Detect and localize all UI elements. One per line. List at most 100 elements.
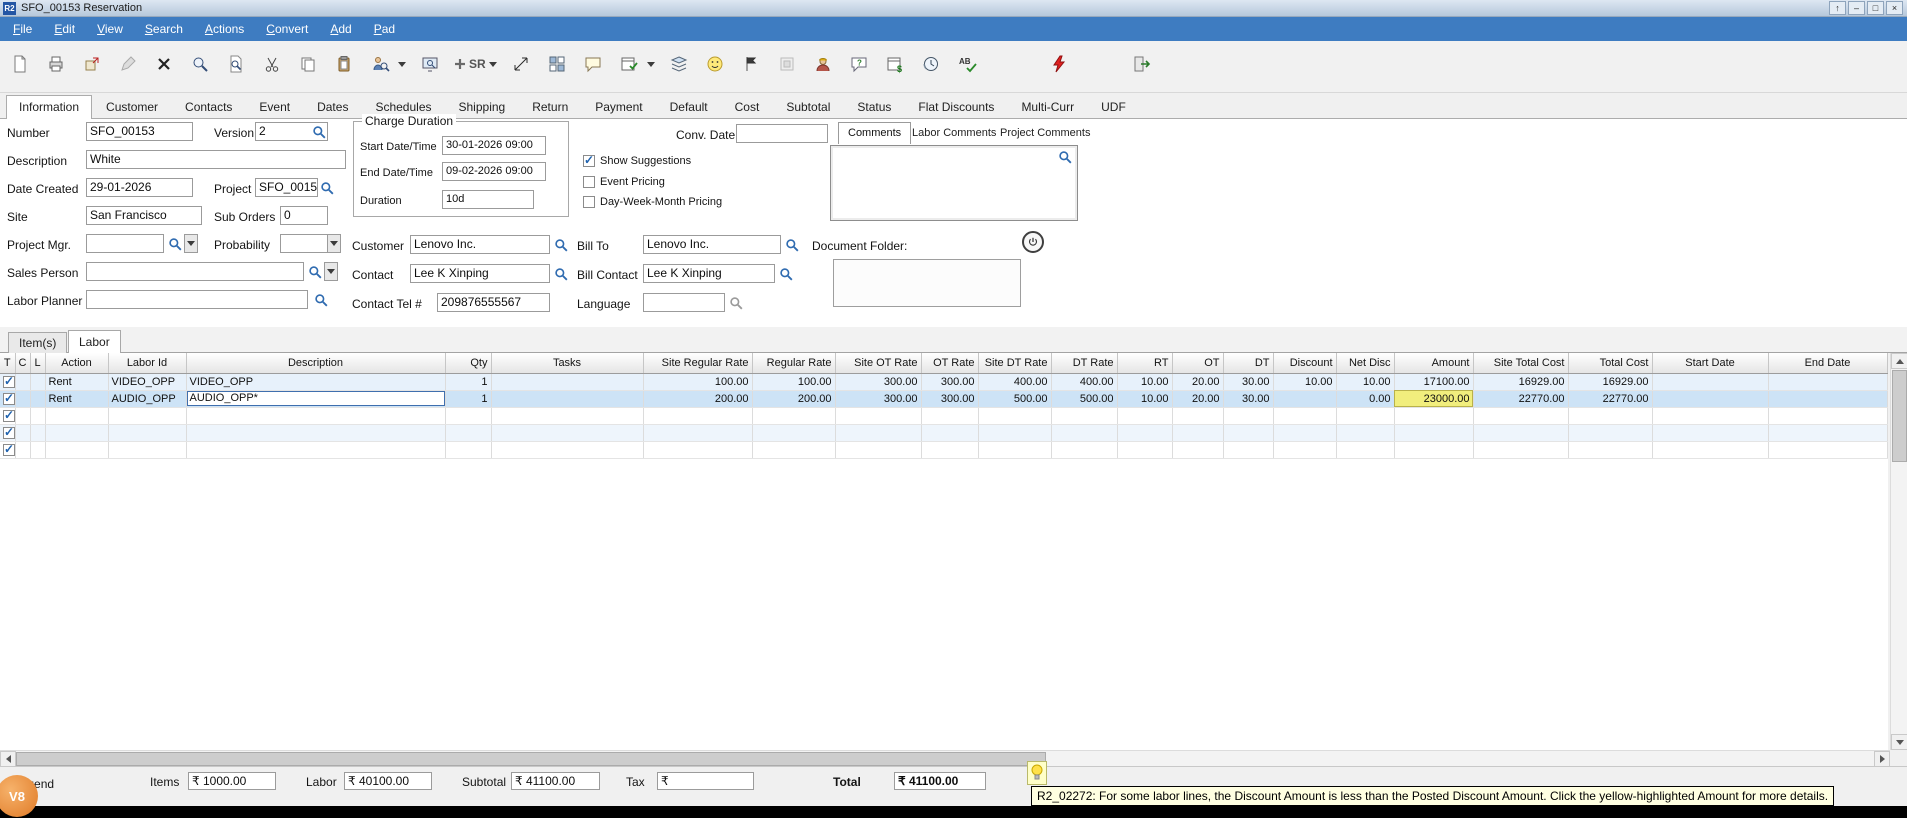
col-t[interactable]: T (0, 353, 15, 373)
tab-flat-discounts[interactable]: Flat Discounts (905, 95, 1007, 119)
col-start-date[interactable]: Start Date (1652, 353, 1768, 373)
assistant-badge[interactable]: V8 (0, 775, 38, 817)
col-ot[interactable]: OT (1172, 353, 1223, 373)
cell-description[interactable]: VIDEO_OPP (186, 373, 445, 390)
cell-site-dt-rate[interactable]: 500.00 (978, 390, 1051, 407)
menu-search[interactable]: Search (134, 19, 194, 39)
col-end-date[interactable]: End Date (1768, 353, 1887, 373)
col-total-cost[interactable]: Total Cost (1568, 353, 1652, 373)
language-search-icon[interactable] (729, 296, 743, 310)
spell-check-button[interactable]: AB (953, 50, 981, 78)
menu-convert[interactable]: Convert (255, 19, 319, 39)
project-field[interactable]: SFO_00153 (255, 178, 318, 197)
col-rt[interactable]: RT (1117, 353, 1172, 373)
tab-information[interactable]: Information (6, 95, 92, 119)
exit-button[interactable] (1127, 50, 1155, 78)
customer-field[interactable]: Lenovo Inc. (410, 235, 550, 254)
col-site-dt-rate[interactable]: Site DT Rate (978, 353, 1051, 373)
day-week-month-pricing-checkbox[interactable] (583, 196, 595, 208)
tab-event[interactable]: Event (246, 95, 303, 119)
menu-view[interactable]: View (86, 19, 134, 39)
row-checkbox[interactable] (3, 427, 15, 439)
event-pricing-checkbox[interactable] (583, 176, 595, 188)
contact-field[interactable]: Lee K Xinping (410, 264, 550, 283)
project-mgr-dropdown[interactable] (184, 234, 198, 253)
col-c[interactable]: C (15, 353, 30, 373)
flag-button[interactable] (737, 50, 765, 78)
billing-calendar-button[interactable]: $ (881, 50, 909, 78)
cell-site-dt-rate[interactable]: 400.00 (978, 373, 1051, 390)
schedule-check-caret[interactable] (645, 50, 657, 78)
title-bar[interactable]: R2 SFO_00153 Reservation ↑ – □ × (0, 0, 1907, 17)
cell-site-ot-rate[interactable]: 300.00 (835, 373, 921, 390)
menu-add[interactable]: Add (319, 19, 362, 39)
vertical-scroll-thumb[interactable] (1892, 370, 1907, 462)
expand-button[interactable] (507, 50, 535, 78)
sales-person-dropdown[interactable] (324, 262, 338, 281)
comments-textarea[interactable] (830, 145, 1078, 221)
cell-site-total-cost[interactable]: 22770.00 (1473, 390, 1568, 407)
col-dt[interactable]: DT (1223, 353, 1273, 373)
version-search-icon[interactable] (312, 125, 326, 139)
tab-shipping[interactable]: Shipping (446, 95, 519, 119)
cell-total-cost[interactable]: 22770.00 (1568, 390, 1652, 407)
copy-button[interactable] (294, 50, 322, 78)
bill-to-field[interactable]: Lenovo Inc. (643, 235, 781, 254)
language-field[interactable] (643, 293, 725, 312)
bill-contact-field[interactable]: Lee K Xinping (643, 264, 775, 283)
bill-to-search-icon[interactable] (785, 238, 799, 252)
cell-ot-rate[interactable]: 300.00 (921, 373, 978, 390)
tab-labor[interactable]: Labor (68, 330, 121, 353)
menu-pad[interactable]: Pad (363, 19, 406, 39)
smiley-button[interactable] (701, 50, 729, 78)
labor-planner-search-icon[interactable] (314, 293, 328, 307)
scroll-up-button[interactable] (1891, 353, 1907, 369)
tab-dates[interactable]: Dates (304, 95, 361, 119)
cell-amount[interactable]: 17100.00 (1394, 373, 1473, 390)
cell-ot-rate[interactable]: 300.00 (921, 390, 978, 407)
show-suggestions-checkbox[interactable] (583, 155, 595, 167)
tab-customer[interactable]: Customer (93, 95, 171, 119)
cell-net-disc[interactable]: 0.00 (1336, 390, 1394, 407)
row-checkbox[interactable] (3, 444, 15, 456)
cut-button[interactable] (258, 50, 286, 78)
search-contact-caret[interactable] (396, 50, 408, 78)
cell-discount[interactable]: 10.00 (1273, 373, 1336, 390)
horizontal-scroll-thumb[interactable] (16, 752, 1046, 766)
col-discount[interactable]: Discount (1273, 353, 1336, 373)
cell-action[interactable]: Rent (45, 390, 108, 407)
cell-dt[interactable]: 30.00 (1223, 373, 1273, 390)
minimize-button[interactable]: – (1848, 1, 1865, 15)
cell-dt[interactable]: 30.00 (1223, 390, 1273, 407)
add-sr-button[interactable]: SR (452, 50, 499, 78)
col-action[interactable]: Action (45, 353, 108, 373)
grid-vertical-scrollbar[interactable] (1890, 353, 1907, 750)
sales-person-search-icon[interactable] (308, 265, 322, 279)
end-datetime-field[interactable]: 09-02-2026 09:00 (442, 162, 546, 181)
empty-row[interactable] (0, 441, 1887, 458)
cell-site-regular-rate[interactable]: 100.00 (643, 373, 752, 390)
col-regular-rate[interactable]: Regular Rate (752, 353, 835, 373)
cell-rt[interactable]: 10.00 (1117, 390, 1172, 407)
tab-status[interactable]: Status (844, 95, 904, 119)
comment-button[interactable] (579, 50, 607, 78)
contact-tel-field[interactable]: 209876555567 (437, 293, 550, 312)
conv-date-field[interactable] (736, 124, 828, 143)
cell-regular-rate[interactable]: 200.00 (752, 390, 835, 407)
frame-button[interactable] (773, 50, 801, 78)
time-history-button[interactable] (917, 50, 945, 78)
menu-actions[interactable]: Actions (194, 19, 255, 39)
layout-grid-button[interactable] (543, 50, 571, 78)
labor-row-2-selected[interactable]: Rent AUDIO_OPP AUDIO_OPP* 1 200.00 200.0… (0, 390, 1887, 407)
document-folder-box[interactable] (833, 259, 1021, 307)
help-bubble-button[interactable]: ? (845, 50, 873, 78)
crew-button[interactable] (809, 50, 837, 78)
tab-udf[interactable]: UDF (1088, 95, 1139, 119)
rollup-button[interactable]: ↑ (1829, 1, 1846, 15)
row-checkbox[interactable] (3, 393, 15, 405)
row-checkbox[interactable] (3, 410, 15, 422)
cell-discount[interactable] (1273, 390, 1336, 407)
col-net-disc[interactable]: Net Disc (1336, 353, 1394, 373)
cell-start-date[interactable] (1652, 390, 1768, 407)
maximize-button[interactable]: □ (1867, 1, 1884, 15)
